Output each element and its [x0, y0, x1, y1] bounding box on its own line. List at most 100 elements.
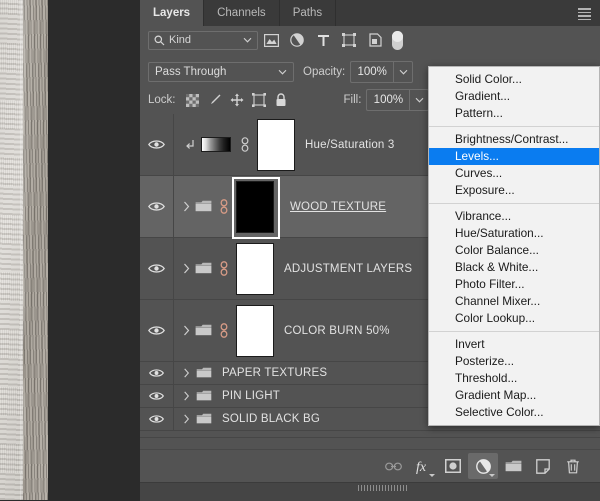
layer-name: Hue/Saturation 3	[305, 138, 395, 151]
opacity-input[interactable]: 100%	[350, 61, 394, 83]
group-expand-arrow-icon[interactable]	[180, 414, 193, 424]
menu-group: Invert Posterize... Threshold... Gradien…	[429, 336, 599, 421]
filter-pixel-layers-icon[interactable]	[258, 30, 284, 50]
svg-text:fx: fx	[416, 460, 427, 474]
filter-enable-toggle[interactable]	[392, 30, 403, 50]
menu-item-solid-color[interactable]: Solid Color...	[429, 71, 599, 88]
lock-position-icon[interactable]	[226, 90, 248, 110]
tab-channels[interactable]: Channels	[204, 0, 280, 26]
mask-selection-border	[232, 176, 280, 239]
group-expand-arrow-icon[interactable]	[180, 201, 193, 212]
link-icon[interactable]	[214, 323, 234, 338]
group-expand-arrow-icon[interactable]	[180, 263, 193, 274]
panel-tabs: Layers Channels Paths	[140, 0, 337, 26]
blend-mode-dropdown[interactable]: Pass Through	[148, 62, 294, 82]
delete-layer-button[interactable]	[558, 453, 588, 479]
tab-channels-label: Channels	[217, 7, 266, 19]
panel-tab-bar: Layers Channels Paths	[140, 0, 600, 26]
menu-item-color-lookup[interactable]: Color Lookup...	[429, 310, 599, 327]
document-canvas	[0, 0, 140, 500]
menu-item-levels[interactable]: Levels...	[429, 148, 599, 165]
layer-visibility-toggle[interactable]	[140, 114, 174, 175]
filter-smart-object-layers-icon[interactable]	[362, 30, 388, 50]
filter-shape-layers-icon[interactable]	[336, 30, 362, 50]
layer-visibility-toggle[interactable]	[140, 408, 174, 430]
layer-name: SOLID BLACK BG	[222, 413, 321, 425]
menu-item-color-balance[interactable]: Color Balance...	[429, 242, 599, 259]
group-expand-arrow-icon[interactable]	[180, 368, 193, 378]
tab-paths[interactable]: Paths	[279, 0, 337, 26]
layer-style-button[interactable]: fx	[408, 453, 438, 479]
new-adjustment-layer-menu[interactable]: Solid Color... Gradient... Pattern... Br…	[428, 66, 600, 426]
chevron-down-icon	[243, 37, 252, 43]
fill-stepper[interactable]	[409, 89, 430, 111]
menu-item-black-and-white[interactable]: Black & White...	[429, 259, 599, 276]
panel-resize-grip[interactable]	[358, 485, 408, 491]
lock-all-icon[interactable]	[270, 90, 292, 110]
menu-separator	[429, 331, 599, 332]
menu-item-photo-filter[interactable]: Photo Filter...	[429, 276, 599, 293]
lock-image-pixels-icon[interactable]	[204, 90, 226, 110]
menu-item-vibrance[interactable]: Vibrance...	[429, 208, 599, 225]
lock-artboard-nesting-icon[interactable]	[248, 90, 270, 110]
link-icon[interactable]	[214, 199, 234, 214]
hamburger-menu-icon[interactable]	[578, 8, 591, 21]
folder-icon	[193, 324, 214, 337]
menu-group: Vibrance... Hue/Saturation... Color Bala…	[429, 208, 599, 327]
lock-label: Lock:	[148, 94, 176, 106]
folder-icon	[193, 390, 214, 402]
layer-mask-thumbnail[interactable]	[257, 118, 295, 171]
menu-item-curves[interactable]: Curves...	[429, 165, 599, 182]
menu-item-gradient[interactable]: Gradient...	[429, 88, 599, 105]
layer-visibility-toggle[interactable]	[140, 238, 174, 299]
link-icon[interactable]	[235, 137, 255, 152]
filter-kind-dropdown[interactable]: Kind	[148, 30, 258, 50]
layer-visibility-toggle[interactable]	[140, 176, 174, 237]
layer-name: COLOR BURN 50%	[284, 324, 390, 337]
new-layer-button[interactable]	[528, 453, 558, 479]
menu-item-channel-mixer[interactable]: Channel Mixer...	[429, 293, 599, 310]
link-icon[interactable]	[214, 261, 234, 276]
menu-item-selective-color[interactable]: Selective Color...	[429, 404, 599, 421]
new-group-button[interactable]	[498, 453, 528, 479]
folder-icon	[193, 200, 214, 213]
new-adjustment-layer-button[interactable]	[468, 453, 498, 479]
menu-item-gradient-map[interactable]: Gradient Map...	[429, 387, 599, 404]
filter-kind-label: Kind	[169, 34, 192, 46]
layer-mask-thumbnail[interactable]	[236, 304, 274, 357]
folder-icon	[193, 262, 214, 275]
menu-item-posterize[interactable]: Posterize...	[429, 353, 599, 370]
layer-visibility-toggle[interactable]	[140, 385, 174, 407]
menu-item-brightness-contrast[interactable]: Brightness/Contrast...	[429, 131, 599, 148]
menu-item-exposure[interactable]: Exposure...	[429, 182, 599, 199]
menu-item-invert[interactable]: Invert	[429, 336, 599, 353]
tab-paths-label: Paths	[292, 7, 323, 19]
search-icon	[154, 35, 165, 46]
tab-layers-label: Layers	[153, 7, 191, 19]
caret-down-icon	[429, 474, 435, 477]
adjustment-layer-thumbnail[interactable]	[201, 137, 231, 152]
fill-input[interactable]: 100%	[366, 89, 410, 111]
layer-name: ADJUSTMENT LAYERS	[284, 262, 413, 275]
menu-item-threshold[interactable]: Threshold...	[429, 370, 599, 387]
group-expand-arrow-icon[interactable]	[180, 391, 193, 401]
add-layer-mask-button[interactable]	[438, 453, 468, 479]
link-layers-button[interactable]	[378, 453, 408, 479]
photoshop-window: Layers Channels Paths Kind Pass Through …	[0, 0, 600, 501]
opacity-label: Opacity:	[303, 66, 346, 78]
layer-mask-thumbnail[interactable]	[236, 242, 274, 295]
layer-visibility-toggle[interactable]	[140, 362, 174, 384]
layer-mask-thumbnail[interactable]	[232, 176, 280, 239]
filter-adjustment-layers-icon[interactable]	[284, 30, 310, 50]
blend-mode-value: Pass Through	[155, 66, 227, 78]
menu-item-pattern[interactable]: Pattern...	[429, 105, 599, 122]
filter-type-layers-icon[interactable]	[310, 30, 336, 50]
tab-layers[interactable]: Layers	[140, 0, 205, 26]
menu-separator	[429, 126, 599, 127]
opacity-stepper[interactable]	[393, 61, 414, 83]
menu-item-hue-saturation[interactable]: Hue/Saturation...	[429, 225, 599, 242]
lock-transparent-pixels-icon[interactable]	[182, 90, 204, 110]
layer-visibility-toggle[interactable]	[140, 300, 174, 361]
folder-icon	[193, 367, 214, 379]
group-expand-arrow-icon[interactable]	[180, 325, 193, 336]
